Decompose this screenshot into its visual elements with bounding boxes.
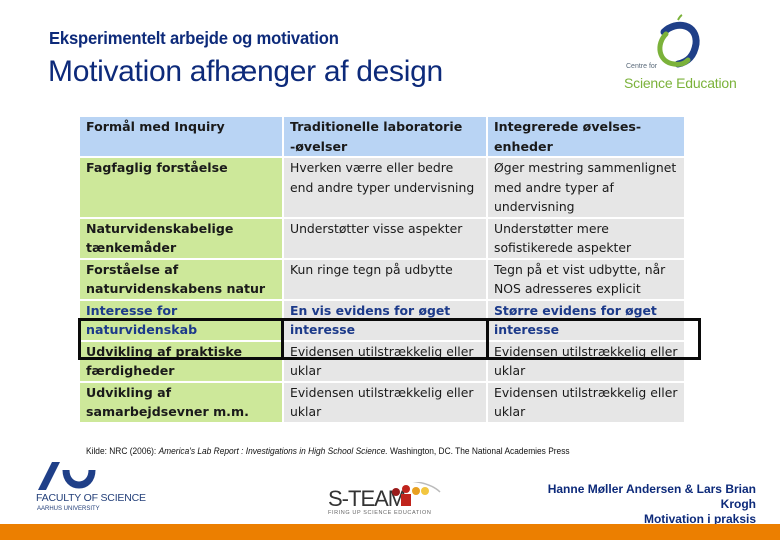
source-prefix: Kilde: NRC (2006): — [86, 446, 159, 456]
cse-logo-text: Science Education — [624, 75, 737, 91]
slide-subtitle: Eksperimentelt arbejde og motivation — [49, 28, 339, 48]
authors-line2: Krogh — [720, 497, 756, 511]
cell-traditional: Hverken værre eller bedre end andre type… — [284, 158, 486, 217]
table-row: Forståelse af naturvidenskabens natur Ku… — [80, 259, 684, 299]
au-logo-icon — [38, 462, 96, 490]
cell-traditional: Evidensen utilstrækkelig eller uklar — [284, 341, 486, 381]
row-label: Naturvidenskabelige tænkemåder — [80, 218, 282, 258]
cse-logo-small-text: Centre for — [626, 63, 658, 70]
slide-title: Motivation afhænger af design — [48, 55, 443, 88]
source-suffix: Washington, DC. The National Academies P… — [387, 446, 570, 456]
footer-accent-bar — [0, 524, 780, 540]
authors-line1: Hanne Møller Andersen & Lars Brian — [547, 482, 756, 496]
header-purpose: Formål med Inquiry — [80, 117, 282, 156]
university-name: AARHUS UNIVERSITY — [37, 506, 100, 512]
row-label: Udvikling af praktiske færdigheder — [80, 341, 282, 381]
table-row: Udvikling af samarbejdsevner m.m. Eviden… — [80, 382, 684, 422]
cell-traditional: En vis evidens for øget interesse — [284, 300, 486, 340]
faculty-name: FACULTY OF SCIENCE — [36, 492, 146, 504]
cell-integrated: Evidensen utilstrækkelig eller uklar — [488, 341, 684, 381]
row-label: Forståelse af naturvidenskabens natur — [80, 259, 282, 299]
row-label: Interesse for naturvidenskab — [80, 300, 282, 340]
header-integrated: Integrerede øvelses-enheder — [488, 117, 684, 156]
cell-traditional: Evidensen utilstrækkelig eller uklar — [284, 382, 486, 422]
inquiry-comparison-table: Formål med Inquiry Traditionelle laborat… — [78, 115, 686, 424]
table-row: Udvikling af praktiske færdigheder Evide… — [80, 341, 684, 381]
cell-traditional: Understøtter visse aspekter — [284, 218, 486, 258]
author-block: Hanne Møller Andersen & Lars Brian Krogh… — [476, 482, 756, 527]
table-row: Naturvidenskabelige tænkemåder Understøt… — [80, 218, 684, 258]
cell-integrated: Tegn på et vist udbytte, når NOS adresse… — [488, 259, 684, 299]
people-dots-icon — [392, 482, 441, 506]
table-header-row: Formål med Inquiry Traditionelle laborat… — [80, 117, 684, 156]
highlight-divider — [281, 318, 284, 360]
cell-integrated: Understøtter mere sofistikerede aspekter — [488, 218, 684, 258]
table-row: Fagfaglig forståelse Hverken værre eller… — [80, 158, 684, 217]
cell-integrated: Øger mestring sammenlignet med andre typ… — [488, 158, 684, 217]
row-label: Fagfaglig forståelse — [80, 158, 282, 217]
cell-integrated: Større evidens for øget interesse — [488, 300, 684, 340]
source-citation: Kilde: NRC (2006): America's Lab Report … — [86, 446, 570, 456]
table-row-highlighted: Interesse for naturvidenskab En vis evid… — [80, 300, 684, 340]
highlight-divider — [486, 318, 489, 360]
row-label: Udvikling af samarbejdsevner m.m. — [80, 382, 282, 422]
source-work-title: America's Lab Report : Investigations in… — [158, 446, 388, 456]
cell-integrated: Evidensen utilstrækkelig eller uklar — [488, 382, 684, 422]
header-traditional: Traditionelle laboratorie -øvelser — [284, 117, 486, 156]
cell-traditional: Kun ringe tegn på udbytte — [284, 259, 486, 299]
